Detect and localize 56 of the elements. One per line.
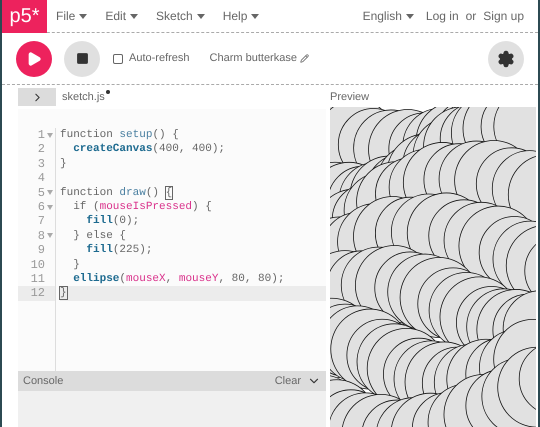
- code-line: } else {: [72, 228, 126, 244]
- fold-arrow-icon[interactable]: [46, 204, 52, 210]
- code-line: function setup() {: [60, 128, 179, 142]
- caret-icon: [406, 14, 414, 18]
- line-number: 4: [38, 171, 45, 186]
- menu-item[interactable]: Sketch: [156, 7, 205, 25]
- code-line: }: [72, 258, 80, 272]
- auto-refresh-checkbox[interactable]: [113, 54, 123, 64]
- code-line: }: [60, 286, 67, 301]
- login-link[interactable]: Log in: [426, 7, 459, 25]
- play-icon: [26, 50, 42, 66]
- code-line: fill(225);: [85, 243, 152, 258]
- fold-arrow-icon[interactable]: [46, 132, 52, 138]
- caret-icon: [251, 14, 260, 18]
- or-text: or: [466, 8, 476, 25]
- caret-icon: [196, 14, 205, 18]
- code-line: fill(0);: [85, 214, 140, 229]
- clear-button[interactable]: Clear: [274, 372, 301, 390]
- settings-button[interactable]: [488, 40, 524, 76]
- stop-button[interactable]: [64, 40, 100, 76]
- code-line: function draw() {: [60, 186, 172, 200]
- caret-icon: [79, 14, 88, 18]
- preview-title: Preview: [330, 90, 370, 105]
- pencil-icon[interactable]: [300, 54, 309, 63]
- line-number: 10: [30, 258, 45, 272]
- line-number: 11: [30, 272, 45, 286]
- fold-arrow-icon[interactable]: [46, 190, 52, 196]
- file-tab[interactable]: sketch.js: [62, 88, 110, 106]
- play-button[interactable]: [16, 40, 52, 76]
- fold-arrow-icon[interactable]: [46, 233, 52, 238]
- line-number: 1: [38, 128, 45, 142]
- sidebar-toggle-button[interactable]: [18, 88, 56, 106]
- logo[interactable]: p5*: [2, 0, 47, 32]
- line-number: 6: [38, 200, 45, 214]
- sketch-name[interactable]: Charm butterkase: [210, 50, 297, 67]
- menu-item[interactable]: File: [56, 7, 88, 25]
- settings-icon: [497, 50, 515, 68]
- code-line: }: [60, 156, 67, 172]
- line-number: 3: [38, 156, 45, 172]
- auto-refresh-label: Auto-refresh: [129, 51, 190, 66]
- menu-item[interactable]: Help: [222, 7, 260, 25]
- line-number: 7: [38, 214, 45, 229]
- signup-link[interactable]: Sign up: [483, 7, 524, 25]
- stop-icon: [76, 52, 88, 65]
- line-number: 8: [38, 228, 45, 244]
- line-number: 2: [38, 142, 45, 157]
- code-line: createCanvas(400, 400);: [72, 142, 226, 157]
- line-number: 9: [38, 243, 45, 258]
- line-number: 12: [30, 286, 45, 301]
- console-title: Console: [23, 374, 64, 389]
- language-menu[interactable]: English: [362, 7, 414, 25]
- code-line: ellipse(mouseX, mouseY, 80, 80);: [72, 272, 284, 286]
- menu-item[interactable]: Edit: [105, 7, 138, 25]
- caret-icon: [130, 14, 138, 18]
- code-line: if (mouseIsPressed) {: [72, 200, 212, 214]
- line-number: 5: [38, 186, 45, 200]
